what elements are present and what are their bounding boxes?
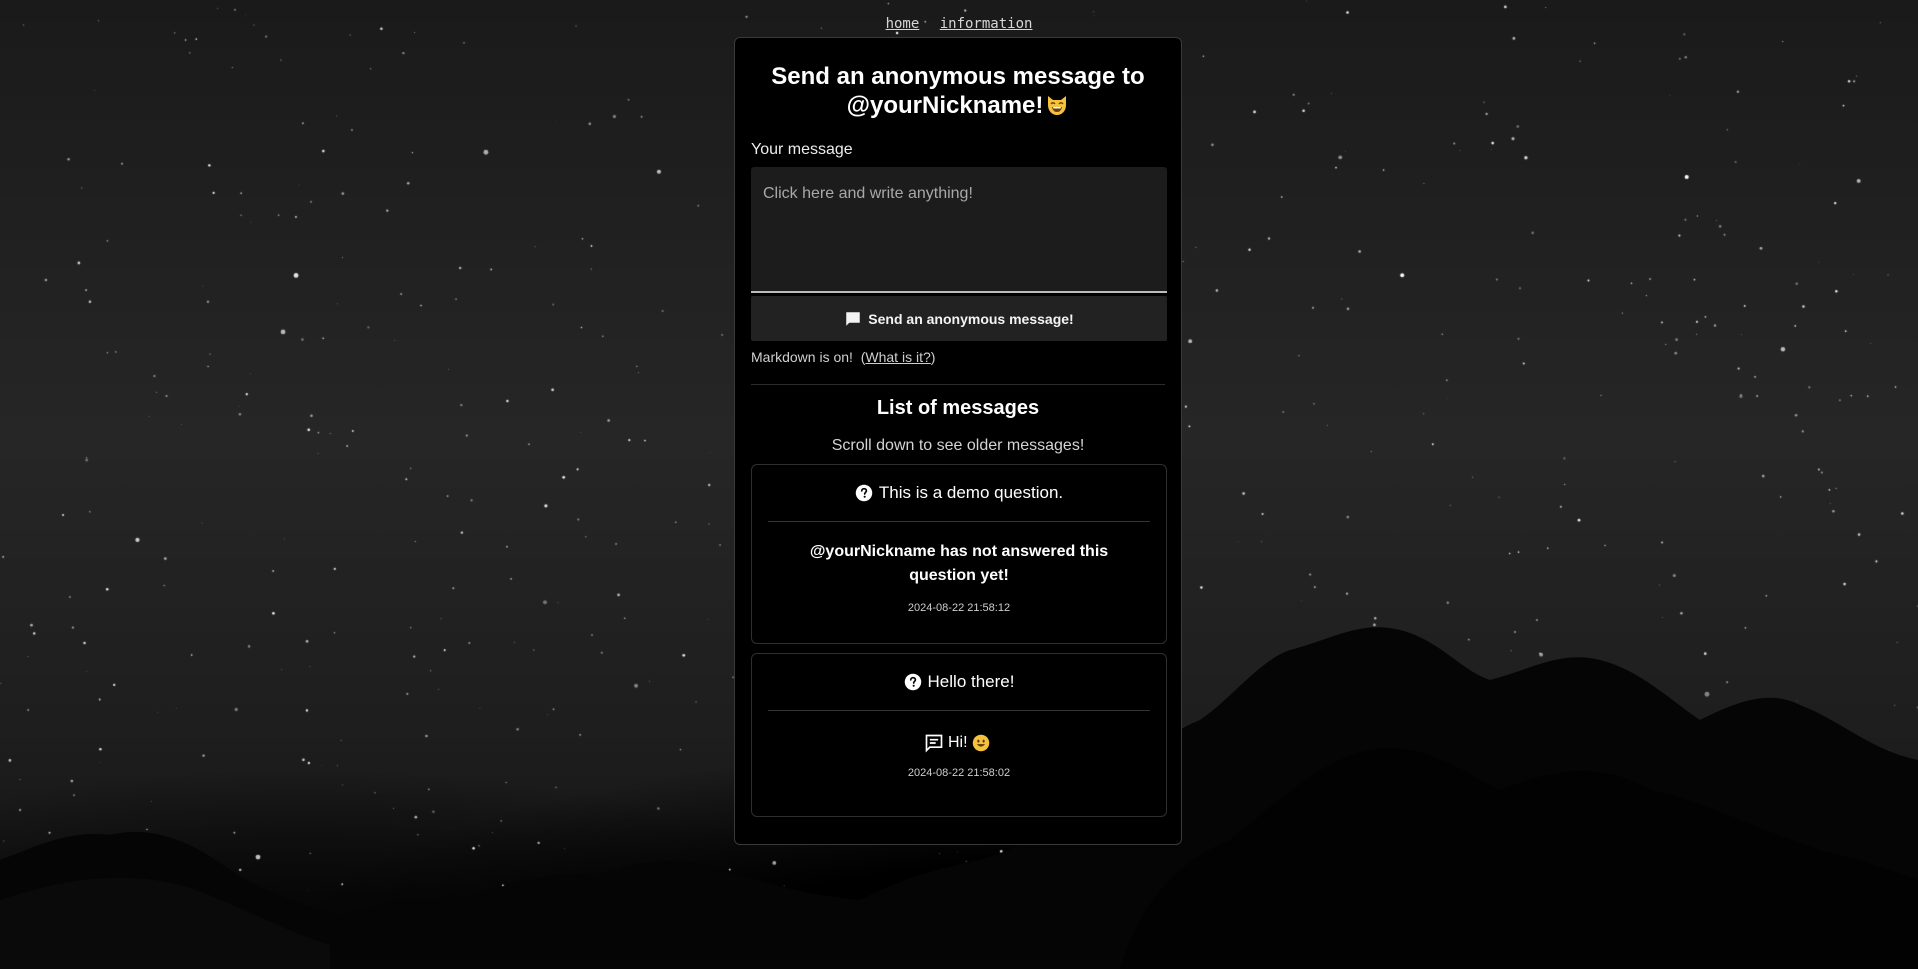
markdown-note-text: Markdown is on! <box>751 349 853 365</box>
question-circle-icon <box>904 673 921 690</box>
send-message-button-label: Send an anonymous message! <box>868 310 1074 327</box>
message-answer: Hi! <box>768 733 1150 753</box>
message-input[interactable] <box>751 167 1167 293</box>
question-circle-icon <box>855 484 873 501</box>
message-question-text: This is a demo question. <box>878 482 1064 502</box>
message-unanswered-notice: @yourNickname has not answered this ques… <box>809 542 1109 584</box>
section-divider <box>751 384 1165 385</box>
markdown-help-link[interactable]: What is it? <box>865 349 930 365</box>
markdown-note: Markdown is on! (What is it?) <box>751 349 1165 365</box>
message-question: This is a demo question. <box>768 465 1150 522</box>
send-message-button[interactable]: Send an anonymous message! <box>751 296 1167 341</box>
page-title: Send an anonymous message to @yourNickna… <box>751 62 1165 120</box>
top-navigation: home information <box>0 16 1918 32</box>
message-label: Your message <box>751 141 853 158</box>
message-timestamp: 2024-08-22 21:58:12 <box>907 601 1011 614</box>
message-timestamp: 2024-08-22 21:58:02 <box>907 766 1011 779</box>
chat-bubble-icon <box>925 734 943 753</box>
message-answer-text: Hi! <box>947 733 968 751</box>
main-card: Send an anonymous message to @yourNickna… <box>734 37 1182 845</box>
message-question: Hello there! <box>768 654 1150 711</box>
markdown-link-close-paren: ) <box>930 349 936 365</box>
chat-bubble-icon <box>846 311 861 326</box>
message-question-text: Hello there! <box>927 671 1015 691</box>
grinning-cat-emoji-icon <box>1048 96 1067 115</box>
messages-list-subtitle: Scroll down to see older messages! <box>831 436 1085 454</box>
page-title-text: Send an anonymous message to @yourNickna… <box>771 63 1145 119</box>
message-card: This is a demo question. @yourNickname h… <box>751 463 1167 644</box>
nav-link-home[interactable]: home <box>886 16 920 32</box>
nav-link-information[interactable]: information <box>940 16 1033 32</box>
smiling-face-emoji-icon <box>972 734 990 751</box>
messages-list-title: List of messages <box>876 397 1040 419</box>
message-card: Hello there! Hi! 2024-08-22 21:58:02 <box>751 652 1167 817</box>
